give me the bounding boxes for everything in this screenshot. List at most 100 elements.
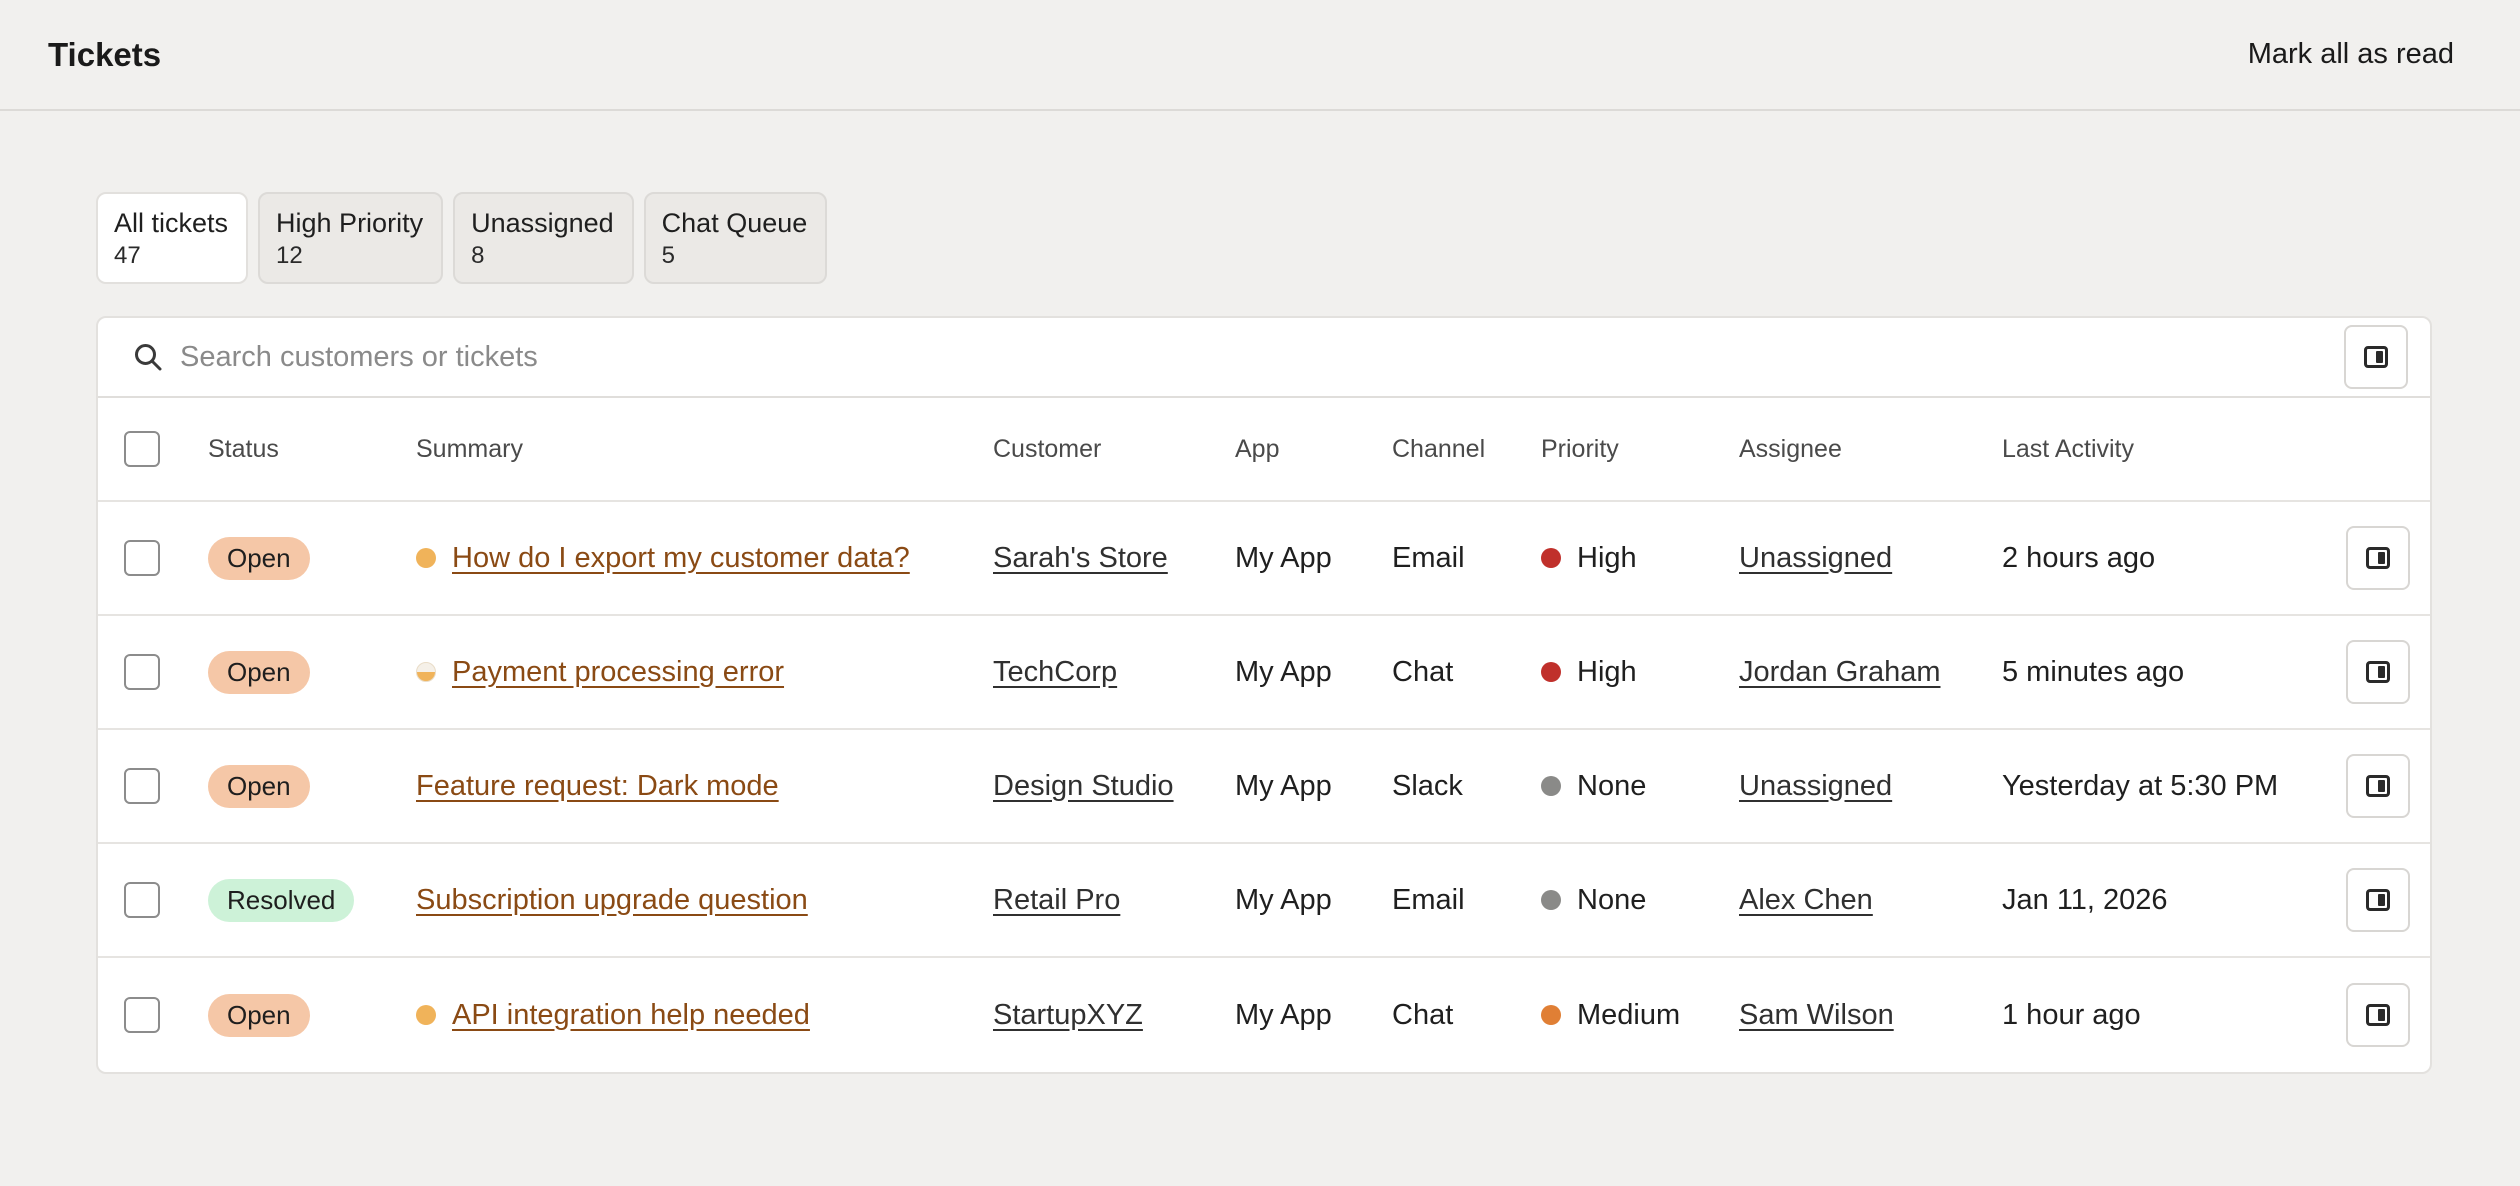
row-checkbox[interactable]: [124, 997, 160, 1033]
ticket-summary-link[interactable]: How do I export my customer data?: [452, 542, 910, 575]
status-badge: Resolved: [208, 878, 355, 922]
last-activity-time: Yesterday at 5:30 PM: [2002, 769, 2279, 802]
app-name: My App: [1235, 769, 1332, 802]
unread-dot-icon: [416, 548, 436, 568]
column-header-status[interactable]: Status: [208, 398, 279, 500]
app-name: My App: [1235, 655, 1332, 688]
search-input[interactable]: [180, 340, 2344, 374]
top-bar: Tickets Mark all as read: [0, 0, 2520, 111]
tab-count: 47: [114, 242, 141, 269]
table-row[interactable]: Open Payment processing error TechCorp My A…: [98, 616, 2430, 730]
mark-all-read-button[interactable]: Mark all as read: [2248, 38, 2454, 71]
assignee-link[interactable]: Jordan Graham: [1739, 656, 1941, 689]
priority-dot-icon: [1541, 662, 1561, 682]
priority-dot-icon: [1541, 890, 1561, 910]
customer-link[interactable]: Retail Pro: [993, 884, 1120, 917]
table-header: Status Summary Customer App Channel Prio…: [98, 398, 2430, 502]
status-badge: Open: [208, 650, 310, 694]
last-activity-time: Jan 11, 2026: [2002, 883, 2168, 916]
ticket-summary-link[interactable]: Subscription upgrade question: [416, 884, 808, 917]
channel-name: Chat: [1392, 998, 1454, 1031]
column-header-assignee[interactable]: Assignee: [1739, 398, 1842, 500]
priority-label: Medium: [1577, 998, 1681, 1031]
customer-link[interactable]: Design Studio: [993, 770, 1174, 803]
customer-link[interactable]: StartupXYZ: [993, 999, 1143, 1032]
search-icon: [132, 341, 164, 373]
customer-link[interactable]: TechCorp: [993, 656, 1117, 689]
priority-dot-icon: [1541, 548, 1561, 568]
open-ticket-panel-button[interactable]: [2346, 983, 2410, 1047]
tab-unassigned[interactable]: Unassigned 8: [453, 192, 634, 284]
status-badge: Open: [208, 993, 310, 1037]
table-row[interactable]: Open API integration help needed StartupXY…: [98, 958, 2430, 1072]
sidebar-toggle-icon: [2364, 346, 2388, 368]
row-checkbox[interactable]: [124, 654, 160, 690]
ticket-rows: Open How do I export my customer data? Sar…: [98, 502, 2430, 1072]
tab-count: 12: [276, 242, 303, 269]
table-row[interactable]: Open How do I export my customer data? Sar…: [98, 502, 2430, 616]
ticket-summary-link[interactable]: Payment processing error: [452, 656, 784, 689]
column-header-last-activity[interactable]: Last Activity: [2002, 398, 2134, 500]
ticket-summary-link[interactable]: Feature request: Dark mode: [416, 770, 779, 803]
ticket-view-tabs: All tickets 47 High Priority 12 Unassigned 8 C…: [96, 192, 828, 284]
channel-name: Email: [1392, 883, 1465, 916]
tab-label: All tickets: [114, 208, 229, 238]
channel-name: Email: [1392, 541, 1465, 574]
column-header-customer[interactable]: Customer: [993, 398, 1101, 500]
channel-name: Slack: [1392, 769, 1463, 802]
open-ticket-panel-button[interactable]: [2346, 754, 2410, 818]
column-header-app[interactable]: App: [1235, 398, 1279, 500]
table-row[interactable]: Open Feature request: Dark mode Design Stu…: [98, 730, 2430, 844]
column-header-priority[interactable]: Priority: [1541, 398, 1619, 500]
ticket-summary-link[interactable]: API integration help needed: [452, 999, 810, 1032]
tab-all-tickets[interactable]: All tickets 47: [96, 192, 249, 284]
tab-count: 5: [661, 242, 676, 269]
toggle-sidebar-button[interactable]: [2344, 325, 2408, 389]
channel-name: Chat: [1392, 655, 1454, 688]
assignee-link[interactable]: Unassigned: [1739, 770, 1892, 803]
row-checkbox[interactable]: [124, 540, 160, 576]
side-panel-icon: [2366, 889, 2390, 911]
priority-label: None: [1577, 769, 1647, 802]
tab-count: 8: [471, 242, 485, 269]
priority-label: High: [1577, 655, 1637, 688]
priority-dot-icon: [1541, 1005, 1561, 1025]
partially-read-dot-icon: [416, 662, 436, 682]
assignee-link[interactable]: Alex Chen: [1739, 884, 1873, 917]
side-panel-icon: [2366, 547, 2390, 569]
last-activity-time: 1 hour ago: [2002, 998, 2141, 1031]
tab-label: High Priority: [276, 208, 424, 238]
app-name: My App: [1235, 998, 1332, 1031]
side-panel-icon: [2366, 775, 2390, 797]
tab-high-priority[interactable]: High Priority 12: [258, 192, 444, 284]
assignee-link[interactable]: Sam Wilson: [1739, 999, 1894, 1032]
select-all-checkbox[interactable]: [124, 431, 160, 467]
customer-link[interactable]: Sarah's Store: [993, 542, 1168, 575]
tab-chat-queue[interactable]: Chat Queue 5: [643, 192, 828, 284]
status-badge: Open: [208, 764, 310, 808]
tab-label: Chat Queue: [661, 208, 808, 238]
open-ticket-panel-button[interactable]: [2346, 640, 2410, 704]
side-panel-icon: [2366, 661, 2390, 683]
last-activity-time: 2 hours ago: [2002, 541, 2156, 574]
app-name: My App: [1235, 883, 1332, 916]
assignee-link[interactable]: Unassigned: [1739, 542, 1892, 575]
open-ticket-panel-button[interactable]: [2346, 526, 2410, 590]
search-bar: [98, 318, 2430, 398]
row-checkbox[interactable]: [124, 882, 160, 918]
priority-dot-icon: [1541, 776, 1561, 796]
side-panel-icon: [2366, 1004, 2390, 1026]
open-ticket-panel-button[interactable]: [2346, 868, 2410, 932]
tickets-panel: Status Summary Customer App Channel Prio…: [96, 316, 2432, 1074]
app-name: My App: [1235, 541, 1332, 574]
unread-dot-icon: [416, 1005, 436, 1025]
tab-label: Unassigned: [471, 208, 614, 238]
table-row[interactable]: Resolved Subscription upgrade question Ret…: [98, 844, 2430, 958]
page-title: Tickets: [48, 35, 162, 73]
priority-label: High: [1577, 541, 1637, 574]
row-checkbox[interactable]: [124, 768, 160, 804]
column-header-channel[interactable]: Channel: [1392, 398, 1485, 500]
priority-label: None: [1577, 883, 1647, 916]
status-badge: Open: [208, 536, 310, 580]
column-header-summary[interactable]: Summary: [416, 398, 523, 500]
